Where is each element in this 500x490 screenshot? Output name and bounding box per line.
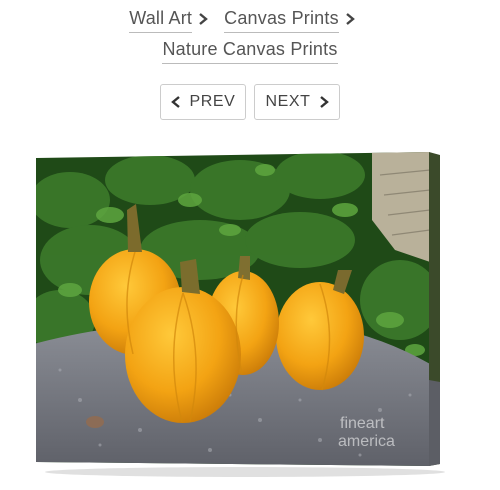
canvas-print-image: fineart america <box>36 152 445 477</box>
svg-text:america: america <box>338 433 395 450</box>
canvas-shadow <box>45 467 445 477</box>
svg-text:fineart: fineart <box>340 415 385 432</box>
canvas-edge-stone <box>429 380 440 466</box>
product-image[interactable]: fineart america <box>0 0 500 485</box>
